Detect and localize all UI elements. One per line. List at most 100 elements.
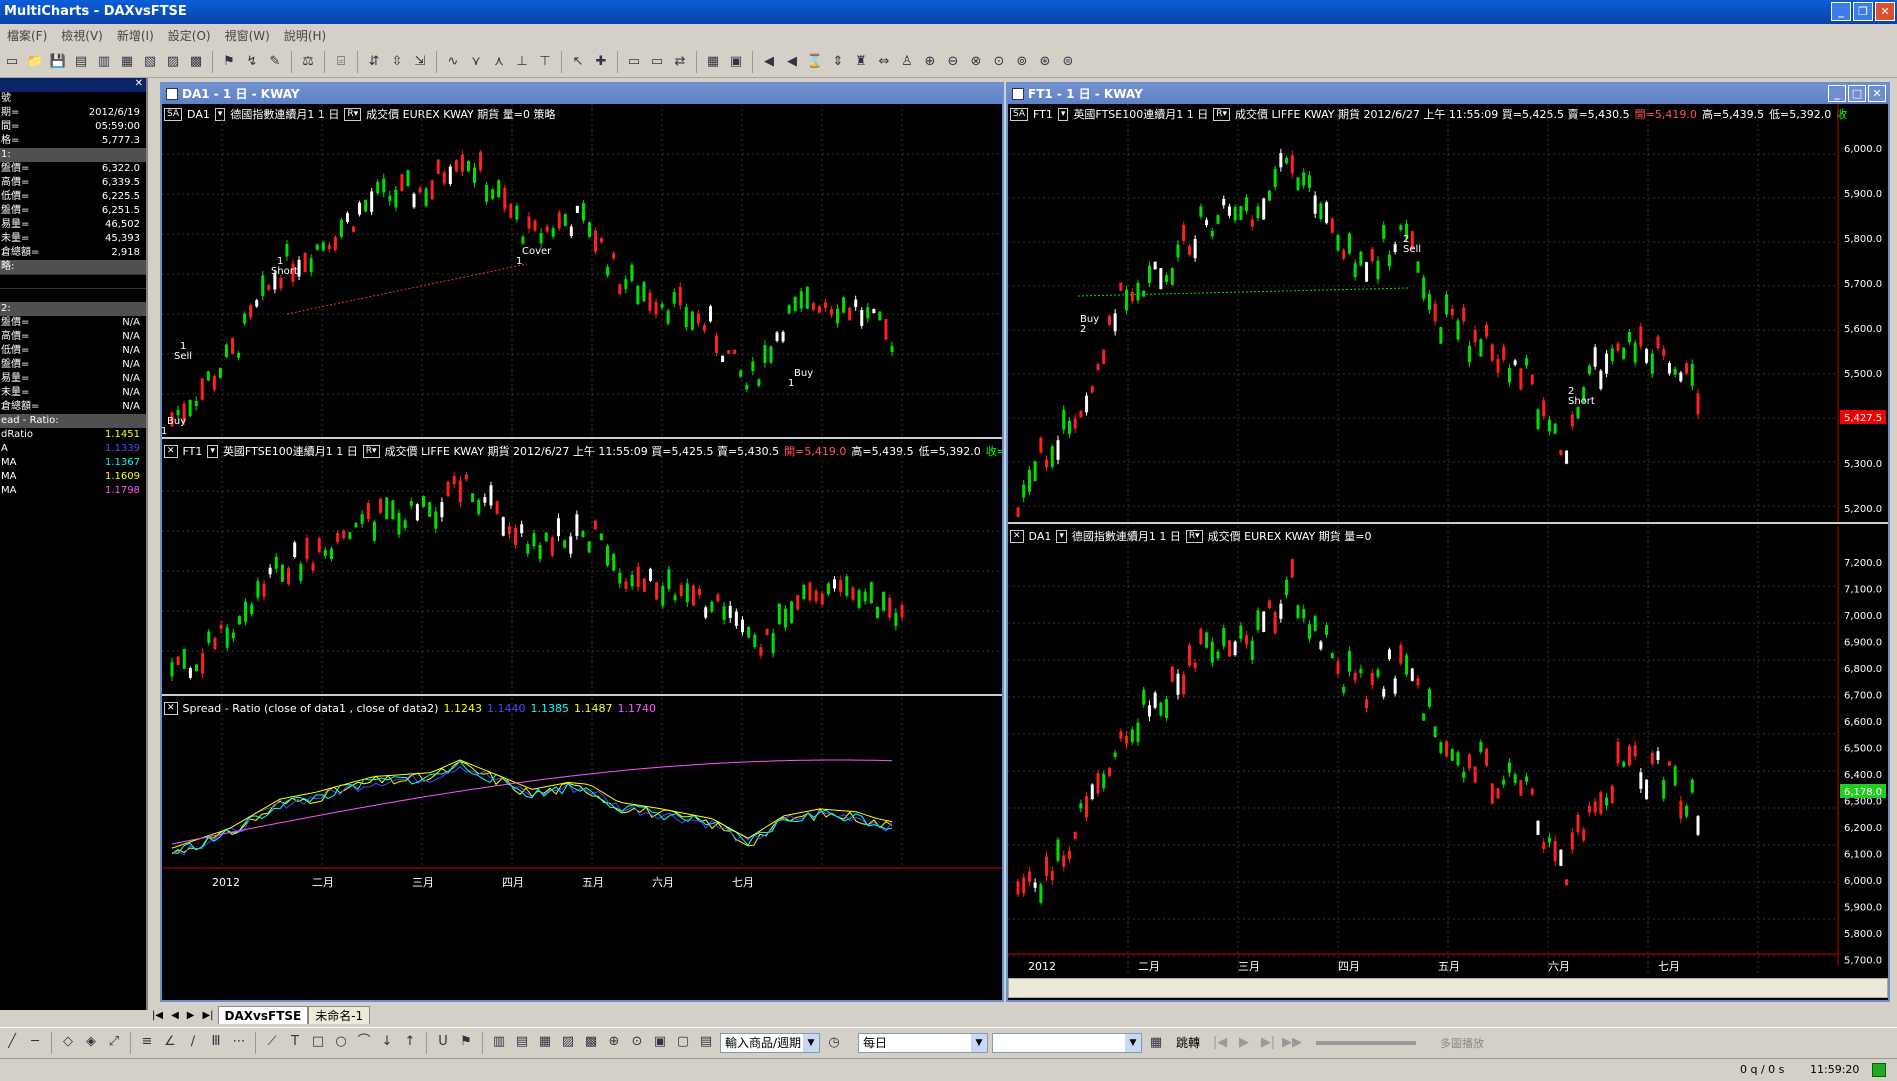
toolbar-icon-3[interactable]: ▤ [71,52,91,72]
drawing-tool-14[interactable]: T [285,1032,305,1052]
drawing-tool-30[interactable]: ⊙ [627,1032,647,1052]
toolbar-icon-32[interactable]: ▭ [647,52,667,72]
last-tab-icon[interactable]: ▶| [198,1010,217,1021]
date-select[interactable]: ▼ [992,1032,1142,1053]
drawing-tool-27[interactable]: ▨ [558,1032,578,1052]
drawing-tool-7[interactable]: ≡ [137,1032,157,1052]
close-button[interactable]: ✕ [1875,2,1895,21]
toolbar-icon-7[interactable]: ▨ [163,52,183,72]
toolbar-icon-1[interactable]: 📁 [25,52,45,72]
horizontal-scrollbar[interactable] [1008,978,1888,998]
toolbar-icon-18[interactable]: ⇵ [364,52,384,72]
drawing-tool-19[interactable]: ↑ [400,1032,420,1052]
toolbar-icon-24[interactable]: ⋏ [489,52,509,72]
pane-dax-price[interactable]: ✕ DA1 ▾ 德國指數連續月1 1 日 R▾ 成交價 EUREX KWAY 期… [1008,526,1888,976]
toolbar-icon-12[interactable]: ✎ [265,52,285,72]
toolbar-icon-4[interactable]: ▥ [94,52,114,72]
minimize-button[interactable]: _ [1828,85,1846,102]
close-button[interactable]: ✕ [1868,85,1886,102]
toolbar-icon-41[interactable]: ⇕ [828,52,848,72]
toolbar-icon-39[interactable]: ◀ [782,52,802,72]
toolbar-icon-26[interactable]: ⊤ [535,52,555,72]
drawing-tool-17[interactable]: ⌒ [354,1032,374,1052]
drawing-tool-1[interactable]: ─ [25,1032,45,1052]
toolbar-icon-14[interactable]: ⚖ [298,52,318,72]
toolbar-icon-31[interactable]: ▭ [624,52,644,72]
pane-ftse-price[interactable]: SA FT1 ▾ 英國FTSE100連續月1 1 日 R▾ 成交價 LIFFE … [1008,104,1888,524]
toolbar-icon-42[interactable]: ♜ [851,52,871,72]
drawing-tool-24[interactable]: ▥ [489,1032,509,1052]
prev-tab-icon[interactable]: ◀ [167,1010,183,1021]
drawing-tool-28[interactable]: ▩ [581,1032,601,1052]
skip-forward-icon[interactable]: ▶▶ [1282,1033,1302,1053]
toolbar-icon-51[interactable]: ⊜ [1058,52,1078,72]
multi-playback-button[interactable]: 多圖播放 [1430,1035,1484,1051]
minimize-button[interactable]: _ [1831,2,1851,21]
toolbar-icon-45[interactable]: ⊕ [920,52,940,72]
drawing-tool-9[interactable]: ∕ [183,1032,203,1052]
toolbar-icon-46[interactable]: ⊖ [943,52,963,72]
speed-slider[interactable] [1316,1040,1417,1045]
toolbar-icon-22[interactable]: ∿ [443,52,463,72]
drawing-tool-4[interactable]: ◈ [81,1032,101,1052]
toolbar-icon-5[interactable]: ▦ [117,52,137,72]
drawing-tool-15[interactable]: □ [308,1032,328,1052]
pane-spread-ratio[interactable]: ✕ Spread - Ratio (close of data1 , close… [162,698,1002,998]
toolbar-icon-19[interactable]: ⇳ [387,52,407,72]
menu-help[interactable]: 說明(H) [277,27,333,44]
toolbar-icon-50[interactable]: ⊛ [1035,52,1055,72]
drawing-tool-11[interactable]: ⋯ [229,1032,249,1052]
toolbar-icon-20[interactable]: ⇲ [410,52,430,72]
pane-ftse-price[interactable]: ✕ FT1 ▾ 英國FTSE100連續月1 1 日 R▾ 成交價 LIFFE K… [162,441,1002,696]
toolbar-icon-6[interactable]: ▧ [140,52,160,72]
drawing-tool-8[interactable]: ∠ [160,1032,180,1052]
drawing-tool-10[interactable]: Ⅲ [206,1032,226,1052]
drawing-tool-16[interactable]: ○ [331,1032,351,1052]
menu-insert[interactable]: 新增(I) [110,27,161,44]
pane-dax-price[interactable]: SA DA1 ▾ 德國指數連續月1 1 日 R▾ 成交價 EUREX KWAY … [162,104,1002,439]
toolbar-icon-40[interactable]: ⌛ [805,52,825,72]
toolbar-icon-44[interactable]: ♙ [897,52,917,72]
drawing-tool-29[interactable]: ⊕ [604,1032,624,1052]
toolbar-icon-8[interactable]: ▩ [186,52,206,72]
chevron-down-icon[interactable]: ▼ [1125,1033,1141,1052]
menu-settings[interactable]: 設定(O) [161,27,218,44]
toolbar-icon-47[interactable]: ⊗ [966,52,986,72]
drawing-tool-25[interactable]: ▤ [512,1032,532,1052]
clock-icon[interactable]: ◷ [824,1033,844,1053]
drawing-tool-22[interactable]: ⚑ [456,1032,476,1052]
period-select[interactable]: 每日 ▼ [858,1032,988,1053]
drawing-tool-18[interactable]: ↓ [377,1032,397,1052]
drawing-tool-33[interactable]: ▤ [696,1032,716,1052]
toolbar-icon-2[interactable]: 💾 [48,52,68,72]
drawing-tool-0[interactable]: ╱ [2,1032,22,1052]
chevron-down-icon[interactable]: ▼ [803,1033,819,1052]
first-tab-icon[interactable]: |◀ [148,1010,167,1021]
toolbar-icon-11[interactable]: ↯ [242,52,262,72]
next-tab-icon[interactable]: ▶ [183,1010,199,1021]
drawing-tool-21[interactable]: U [433,1032,453,1052]
toolbar-icon-36[interactable]: ▣ [726,52,746,72]
close-icon[interactable]: ✕ [135,78,143,89]
menu-window[interactable]: 視窗(W) [218,27,277,44]
toolbar-icon-38[interactable]: ◀ [759,52,779,72]
drawing-tool-5[interactable]: ⤢ [104,1032,124,1052]
drawing-tool-31[interactable]: ▣ [650,1032,670,1052]
toolbar-icon-33[interactable]: ⇄ [670,52,690,72]
restore-button[interactable]: ❐ [1853,2,1873,21]
drawing-tool-32[interactable]: ▢ [673,1032,693,1052]
toolbar-icon-16[interactable]: ⌸ [331,52,351,72]
toolbar-icon-48[interactable]: ⊙ [989,52,1009,72]
chevron-down-icon[interactable]: ▼ [971,1033,987,1052]
toolbar-icon-43[interactable]: ⇔ [874,52,894,72]
calendar-icon[interactable]: ▦ [1146,1033,1166,1053]
tab-daxvsftse[interactable]: DAXvsFTSE [217,1006,309,1024]
toolbar-icon-28[interactable]: ↖ [568,52,588,72]
tab-untitled-1[interactable]: 未命名-1 [308,1006,371,1024]
drawing-tool-3[interactable]: ◇ [58,1032,78,1052]
toolbar-icon-0[interactable]: ▭ [2,52,22,72]
menu-file[interactable]: 檔案(F) [0,27,54,44]
toolbar-icon-49[interactable]: ⊚ [1012,52,1032,72]
menu-view[interactable]: 檢視(V) [54,27,110,44]
skip-back-icon[interactable]: |◀ [1210,1033,1230,1053]
